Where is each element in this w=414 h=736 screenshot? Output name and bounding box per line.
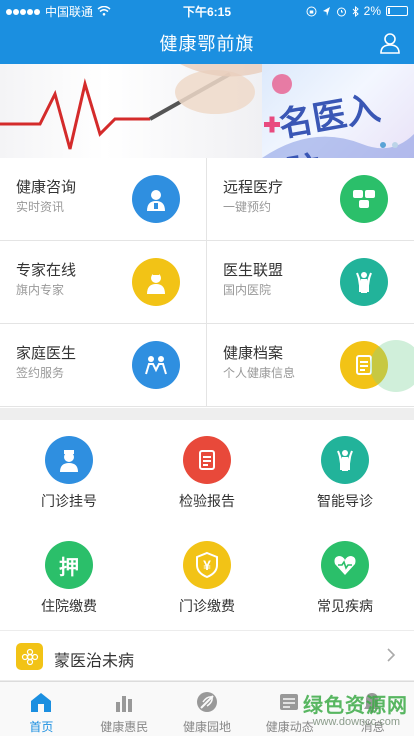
quick-label: 检验报告 (179, 493, 235, 509)
tab-label: 健康惠民 (100, 720, 149, 734)
service-name: 健康咨询 (16, 179, 77, 196)
chevron-right-icon (387, 648, 396, 662)
quick-label: 常见疾病 (317, 598, 373, 614)
yuan-shield-icon: ¥ (183, 541, 231, 589)
service-health-record[interactable]: 健康档案 个人健康信息 (207, 324, 414, 407)
expert-icon (132, 258, 180, 306)
service-name: 专家在线 (16, 262, 77, 279)
watermark-text: 绿色资源网 (303, 695, 408, 717)
service-name: 远程医疗 (223, 179, 284, 196)
service-family-doctor[interactable]: 家庭医生 签约服务 (0, 324, 207, 407)
app-header: 健康鄂前旗 (0, 22, 414, 64)
app-screen: 中国联通 下午6:15 2% 健康鄂前旗 名医入驻 健康咨询 实时资讯 远程医疗… (0, 0, 414, 736)
leaf-icon (196, 692, 217, 712)
heartbeat-line-icon (0, 64, 262, 150)
user-profile-icon[interactable] (378, 31, 402, 55)
banner-dot[interactable] (380, 142, 386, 148)
touch-ripple (370, 340, 414, 392)
family-icon (132, 341, 180, 389)
location-icon (322, 6, 330, 16)
banner-pagination[interactable] (380, 142, 398, 148)
quick-label: 门诊缴费 (179, 598, 235, 614)
yuan-glyph: ¥ (203, 557, 211, 573)
promo-text: 蒙医治未病 (54, 653, 135, 670)
tab-label: 健康园地 (182, 720, 231, 734)
tab-health-garden[interactable]: 健康园地 (166, 682, 249, 736)
quick-actions: 门诊挂号 检验报告 智能导诊 押 住院缴费 ¥ 门诊缴费 常见疾病 (0, 420, 414, 630)
section-divider (0, 408, 414, 420)
tab-label: 首页 (29, 720, 54, 734)
nurse-icon (45, 436, 93, 484)
alliance-icon (340, 258, 388, 306)
service-doctor-alliance[interactable]: 医生联盟 国内医院 (207, 241, 414, 324)
service-name: 健康档案 (223, 345, 284, 362)
doctor-icon (132, 175, 180, 223)
quick-label: 智能导诊 (317, 493, 373, 509)
deposit-glyph: 押 (59, 556, 79, 579)
alarm-icon (336, 7, 346, 16)
quick-common-diseases[interactable]: 常见疾病 (276, 525, 414, 630)
status-bar: 中国联通 下午6:15 2% (0, 0, 414, 22)
guide-icon (321, 436, 369, 484)
carrier-label: 中国联通 (45, 4, 94, 19)
signal-icon (6, 4, 41, 18)
battery-percent: 2% (363, 4, 381, 18)
banner-image-hand (0, 64, 262, 158)
remote-medical-icon (340, 175, 388, 223)
status-right: 2% (306, 4, 408, 18)
service-sub: 实时资讯 (16, 200, 65, 214)
service-sub: 旗内专家 (16, 283, 65, 297)
service-sub: 一键预约 (223, 200, 272, 214)
lock-rotation-icon (306, 6, 317, 16)
service-expert-online[interactable]: 专家在线 旗内专家 (0, 241, 207, 324)
service-sub: 国内医院 (223, 283, 272, 297)
bluetooth-icon (352, 5, 359, 17)
deposit-icon: 押 (45, 541, 93, 589)
report-icon (183, 436, 231, 484)
promo-row-mongolian-medicine[interactable]: 蒙医治未病 (0, 630, 414, 681)
quick-test-report[interactable]: 检验报告 (138, 420, 276, 525)
quick-smart-guide[interactable]: 智能导诊 (276, 420, 414, 525)
heart-icon (321, 541, 369, 589)
service-name: 家庭医生 (16, 345, 77, 362)
quick-inpatient-payment[interactable]: 押 住院缴费 (0, 525, 138, 630)
service-name: 医生联盟 (223, 262, 284, 279)
news-icon (280, 694, 299, 710)
banner-carousel[interactable]: 名医入驻 (0, 64, 414, 158)
quick-outpatient-payment[interactable]: ¥ 门诊缴费 (138, 525, 276, 630)
bar-chart-icon (115, 696, 132, 712)
page-title: 健康鄂前旗 (159, 34, 255, 54)
watermark-url: www.downcc.com (312, 716, 400, 728)
battery-icon (386, 6, 408, 16)
status-left: 中国联通 (6, 3, 306, 20)
home-icon (31, 693, 51, 712)
flower-icon (16, 643, 43, 670)
service-sub: 个人健康信息 (223, 366, 296, 380)
wifi-icon (97, 6, 111, 16)
quick-label: 住院缴费 (41, 598, 97, 614)
tab-health-benefit[interactable]: 健康惠民 (83, 682, 166, 736)
service-grid: 健康咨询 实时资讯 远程医疗 一键预约 专家在线 旗内专家 医生联盟 国内医院 (0, 158, 414, 408)
quick-outpatient-register[interactable]: 门诊挂号 (0, 420, 138, 525)
service-remote-medical[interactable]: 远程医疗 一键预约 (207, 158, 414, 241)
banner-dot[interactable] (392, 142, 398, 148)
service-health-consult[interactable]: 健康咨询 实时资讯 (0, 158, 207, 241)
service-sub: 签约服务 (16, 366, 65, 380)
tab-home[interactable]: 首页 (0, 682, 83, 736)
quick-label: 门诊挂号 (41, 493, 97, 509)
